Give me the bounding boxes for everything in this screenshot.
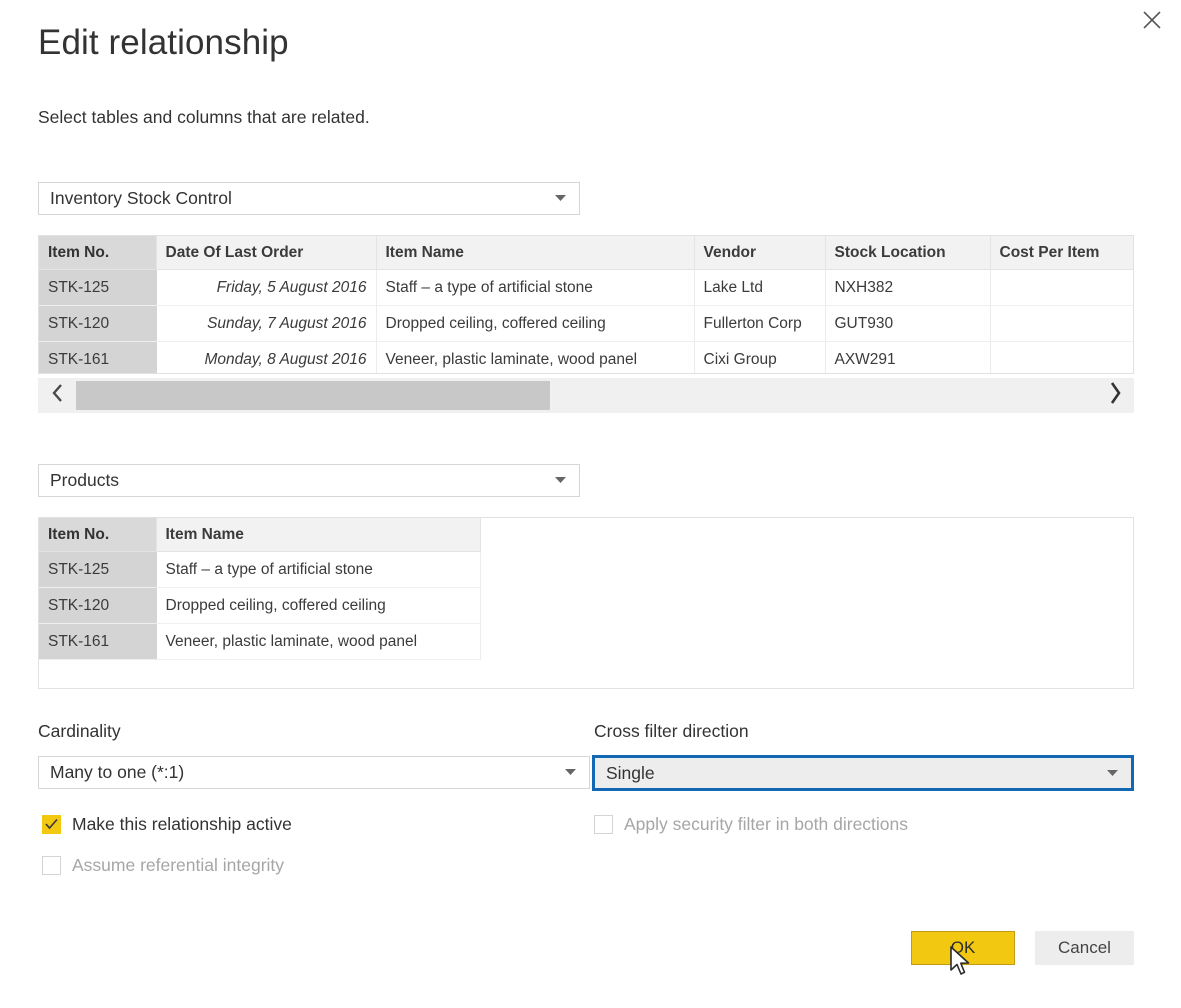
cell-item-no: STK-161	[39, 623, 157, 660]
table-one-grid[interactable]: Item No. Date Of Last Order Item Name Ve…	[38, 235, 1134, 374]
cell-date-of-last-order: Friday, 5 August 2016	[156, 269, 377, 306]
cell-item-name: Dropped ceiling, coffered ceiling	[376, 305, 695, 342]
cross-filter-direction-select[interactable]: Single	[592, 755, 1134, 791]
cell-date-of-last-order: Monday, 8 August 2016	[156, 341, 377, 373]
apply-security-filter-checkbox[interactable]: Apply security filter in both directions	[594, 814, 908, 835]
scroll-left-button[interactable]	[38, 378, 76, 413]
cell-item-no: STK-120	[39, 305, 157, 342]
table-one-header-row: Item No. Date Of Last Order Item Name Ve…	[39, 236, 1133, 270]
table-two-select[interactable]: Products	[38, 464, 580, 497]
table-two-header-row: Item No. Item Name	[39, 518, 481, 552]
cell-cost-per-item: 27	[990, 305, 1133, 342]
checkbox-unchecked-icon	[42, 856, 61, 875]
table-row[interactable]: STK-161 Monday, 8 August 2016 Veneer, pl…	[39, 341, 1133, 373]
cancel-button-label: Cancel	[1058, 938, 1111, 957]
checkbox-unchecked-icon	[594, 815, 613, 834]
cross-filter-direction-label: Cross filter direction	[594, 721, 749, 741]
table-two-select-value: Products	[50, 470, 120, 490]
cell-date-of-last-order: Sunday, 7 August 2016	[156, 305, 377, 342]
scroll-right-button[interactable]	[1096, 378, 1134, 413]
column-header-item-no[interactable]: Item No.	[39, 236, 157, 270]
cell-item-name: Staff – a type of artificial stone	[156, 551, 481, 588]
column-header-date-of-last-order[interactable]: Date Of Last Order	[156, 236, 377, 270]
cardinality-label: Cardinality	[38, 721, 121, 741]
close-icon	[1142, 10, 1162, 30]
cross-filter-direction-select-value: Single	[606, 762, 655, 783]
cardinality-select[interactable]: Many to one (*:1)	[38, 756, 590, 789]
cell-item-name: Veneer, plastic laminate, wood panel	[156, 623, 481, 660]
cell-item-name: Staff – a type of artificial stone	[376, 269, 695, 306]
table-one-select-value: Inventory Stock Control	[50, 188, 232, 208]
column-header-vendor[interactable]: Vendor	[694, 236, 826, 270]
assume-referential-integrity-checkbox[interactable]: Assume referential integrity	[42, 855, 284, 876]
chevron-down-icon	[547, 477, 573, 484]
chevron-down-icon	[1099, 769, 1125, 777]
chevron-left-icon	[51, 383, 64, 408]
cell-item-name: Dropped ceiling, coffered ceiling	[156, 587, 481, 624]
scroll-thumb[interactable]	[76, 381, 551, 410]
ok-button[interactable]: OK	[911, 931, 1015, 965]
cell-item-name: Veneer, plastic laminate, wood panel	[376, 341, 695, 373]
scroll-track[interactable]	[76, 378, 1096, 413]
table-row[interactable]: STK-120 Dropped ceiling, coffered ceilin…	[39, 587, 481, 624]
close-dialog-button[interactable]	[1129, 0, 1175, 40]
cell-item-no: STK-125	[39, 269, 157, 306]
column-header-cost-per-item[interactable]: Cost Per Item	[990, 236, 1133, 270]
make-relationship-active-label: Make this relationship active	[72, 814, 292, 834]
table-two-grid[interactable]: Item No. Item Name STK-125 Staff – a typ…	[38, 517, 1134, 689]
cell-vendor: Cixi Group	[694, 341, 826, 373]
dialog-subtitle: Select tables and columns that are relat…	[38, 107, 370, 127]
table-row[interactable]: STK-125 Friday, 5 August 2016 Staff – a …	[39, 269, 1133, 306]
cardinality-select-value: Many to one (*:1)	[50, 762, 185, 782]
chevron-down-icon	[547, 195, 573, 202]
cell-stock-location: GUT930	[825, 305, 991, 342]
checkbox-checked-icon	[42, 815, 61, 834]
cell-cost-per-item: 28	[990, 341, 1133, 373]
table-row[interactable]: STK-125 Staff – a type of artificial sto…	[39, 551, 481, 588]
table-one-horizontal-scrollbar[interactable]	[38, 378, 1134, 413]
table-row[interactable]: STK-161 Veneer, plastic laminate, wood p…	[39, 623, 481, 660]
column-header-item-name[interactable]: Item Name	[156, 518, 481, 552]
table-row[interactable]: STK-120 Sunday, 7 August 2016 Dropped ce…	[39, 305, 1133, 342]
apply-security-filter-label: Apply security filter in both directions	[624, 814, 909, 834]
cell-stock-location: NXH382	[825, 269, 991, 306]
cell-vendor: Lake Ltd	[694, 269, 826, 306]
column-header-item-no[interactable]: Item No.	[39, 518, 157, 552]
cell-cost-per-item: 8	[990, 269, 1133, 306]
page-title: Edit relationship	[38, 23, 289, 62]
make-relationship-active-checkbox[interactable]: Make this relationship active	[42, 814, 292, 835]
cell-item-no: STK-125	[39, 551, 157, 588]
cell-item-no: STK-120	[39, 587, 157, 624]
column-header-item-name[interactable]: Item Name	[376, 236, 695, 270]
ok-button-label: OK	[950, 938, 976, 957]
cell-stock-location: AXW291	[825, 341, 991, 373]
chevron-down-icon	[557, 769, 583, 776]
column-header-stock-location[interactable]: Stock Location	[825, 236, 991, 270]
cell-vendor: Fullerton Corp	[694, 305, 826, 342]
assume-referential-integrity-label: Assume referential integrity	[72, 855, 285, 875]
cell-item-no: STK-161	[39, 341, 157, 373]
table-one-select[interactable]: Inventory Stock Control	[38, 182, 580, 215]
cancel-button[interactable]: Cancel	[1035, 931, 1134, 965]
chevron-right-icon	[1109, 381, 1122, 410]
